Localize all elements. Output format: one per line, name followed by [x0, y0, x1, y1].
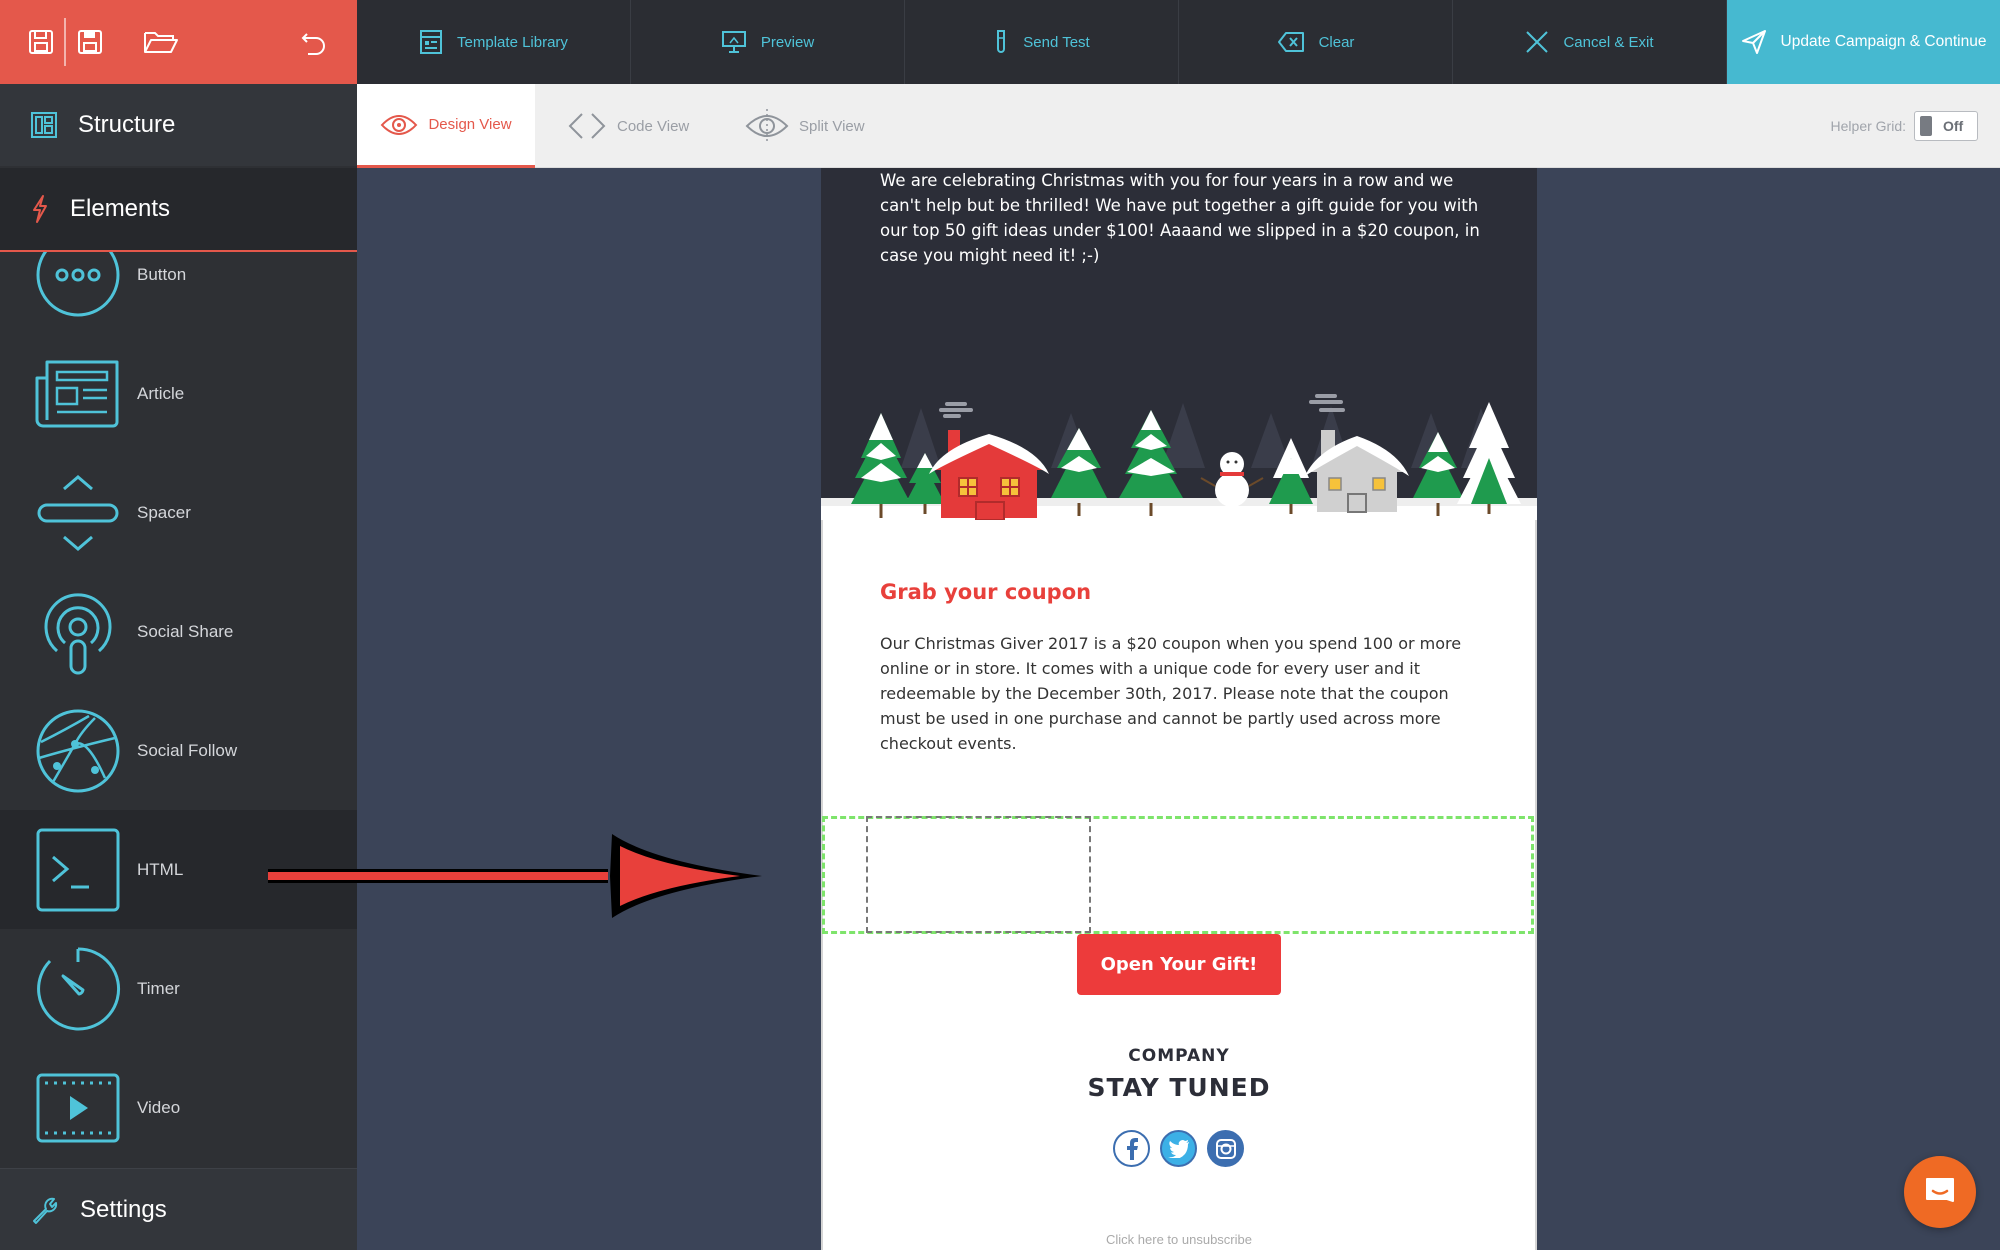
- element-article[interactable]: Article: [0, 334, 357, 453]
- send-test-label: Send Test: [1023, 33, 1090, 51]
- element-label: Timer: [137, 978, 180, 998]
- clear-label: Clear: [1318, 33, 1355, 51]
- sidebar-structure-tab[interactable]: Structure: [0, 84, 357, 166]
- coupon-title: Grab your coupon: [880, 580, 1092, 604]
- winter-village-illustration: [821, 394, 1537, 520]
- helper-grid: Helper Grid: Off: [1831, 111, 1978, 141]
- tab-split-view[interactable]: Split View: [745, 84, 865, 168]
- test-tube-icon: [997, 30, 1006, 53]
- open-gift-button[interactable]: Open Your Gift!: [1077, 934, 1281, 995]
- drop-placeholder[interactable]: [866, 816, 1091, 933]
- social-follow-icon: [34, 707, 122, 795]
- element-list: Button Article Spacer Social Share Socia…: [0, 252, 357, 1168]
- helper-grid-label: Helper Grid:: [1830, 118, 1906, 134]
- structure-icon: [31, 112, 57, 138]
- code-view-label: Code View: [617, 117, 690, 135]
- element-social-share[interactable]: Social Share: [0, 572, 357, 691]
- social-links: [1113, 1130, 1244, 1167]
- save-icon[interactable]: [21, 22, 61, 62]
- element-label: Social Share: [137, 621, 234, 641]
- view-tabs-bar: Design View Code View Split View Helper …: [357, 84, 2000, 168]
- element-label: Spacer: [137, 502, 191, 522]
- element-label: Social Follow: [137, 740, 238, 760]
- preview-icon: [721, 31, 746, 53]
- element-button[interactable]: Button: [0, 252, 357, 334]
- file-tools: [0, 0, 357, 84]
- eye-icon: [381, 114, 418, 135]
- cancel-exit-button[interactable]: Cancel & Exit: [1453, 0, 1727, 84]
- chat-support-button[interactable]: [1904, 1156, 1976, 1228]
- twitter-icon[interactable]: [1160, 1130, 1197, 1167]
- element-label: Article: [137, 383, 185, 403]
- stay-tuned-heading: STAY TUNED: [1087, 1073, 1271, 1102]
- element-spacer[interactable]: Spacer: [0, 453, 357, 572]
- social-share-icon: [34, 588, 122, 676]
- send-test-button[interactable]: Send Test: [905, 0, 1179, 84]
- element-label: Button: [137, 264, 187, 284]
- timer-icon: [34, 945, 122, 1033]
- design-view-label: Design View: [428, 116, 512, 133]
- annotation-arrow: [268, 834, 762, 918]
- template-library-icon: [420, 30, 443, 54]
- clear-button[interactable]: Clear: [1179, 0, 1453, 84]
- spacer-icon: [34, 469, 122, 557]
- sidebar-settings-tab[interactable]: Settings: [0, 1168, 357, 1250]
- element-video[interactable]: Video: [0, 1048, 357, 1167]
- elements-label: Elements: [70, 195, 171, 222]
- wrench-icon: [33, 1197, 58, 1224]
- toggle-knob: [1920, 116, 1932, 136]
- close-icon: [1526, 31, 1549, 53]
- preview-button[interactable]: Preview: [631, 0, 905, 84]
- unsubscribe-link[interactable]: Click here to unsubscribe: [821, 1232, 1537, 1247]
- template-library-button[interactable]: Template Library: [357, 0, 631, 84]
- save-as-icon[interactable]: [70, 22, 110, 62]
- sidebar: Structure Elements Button Article Spacer: [0, 84, 357, 1250]
- cancel-exit-label: Cancel & Exit: [1563, 33, 1654, 51]
- chat-icon: [1926, 1178, 1954, 1202]
- update-campaign-button[interactable]: Update Campaign & Continue: [1727, 0, 2000, 84]
- update-campaign-label: Update Campaign & Continue: [1780, 33, 1987, 50]
- facebook-icon[interactable]: [1113, 1130, 1150, 1167]
- instagram-icon[interactable]: [1207, 1130, 1244, 1167]
- hero-text: We are celebrating Christmas with you fo…: [880, 171, 1480, 265]
- lightning-icon: [33, 195, 47, 223]
- undo-icon[interactable]: [294, 22, 334, 62]
- email-preview: We are celebrating Christmas with you fo…: [821, 168, 1537, 1250]
- sidebar-elements-tab[interactable]: Elements: [0, 168, 357, 252]
- html-icon: [34, 826, 122, 914]
- company-name: COMPANY: [1128, 1046, 1230, 1066]
- element-label: Video: [137, 1097, 181, 1117]
- split-eye-icon: [745, 109, 789, 143]
- tab-code-view[interactable]: Code View: [567, 84, 689, 168]
- toolbar-divider: [64, 18, 66, 66]
- article-icon: [34, 350, 122, 438]
- button-icon: [34, 252, 122, 319]
- helper-grid-toggle[interactable]: Off: [1914, 111, 1978, 141]
- tab-design-view[interactable]: Design View: [357, 84, 535, 168]
- structure-label: Structure: [78, 111, 176, 138]
- top-toolbar: Template Library Preview Send Test Clear…: [0, 0, 2000, 84]
- preview-label: Preview: [760, 33, 815, 51]
- video-icon: [34, 1064, 122, 1152]
- clear-icon: [1277, 32, 1304, 52]
- split-view-label: Split View: [799, 117, 865, 135]
- element-label: HTML: [137, 859, 184, 879]
- hero-section[interactable]: We are celebrating Christmas with you fo…: [821, 168, 1537, 520]
- helper-grid-value: Off: [1943, 118, 1964, 134]
- element-timer[interactable]: Timer: [0, 929, 357, 1048]
- email-edge: [1535, 520, 1537, 1250]
- open-folder-icon[interactable]: [141, 22, 181, 62]
- coupon-body: Our Christmas Giver 2017 is a $20 coupon…: [880, 634, 1462, 753]
- send-plane-icon: [1741, 30, 1766, 54]
- element-social-follow[interactable]: Social Follow: [0, 691, 357, 810]
- editor-canvas: We are celebrating Christmas with you fo…: [357, 168, 2000, 1250]
- template-library-label: Template Library: [457, 33, 568, 51]
- settings-label: Settings: [80, 1195, 167, 1223]
- code-icon: [568, 113, 606, 139]
